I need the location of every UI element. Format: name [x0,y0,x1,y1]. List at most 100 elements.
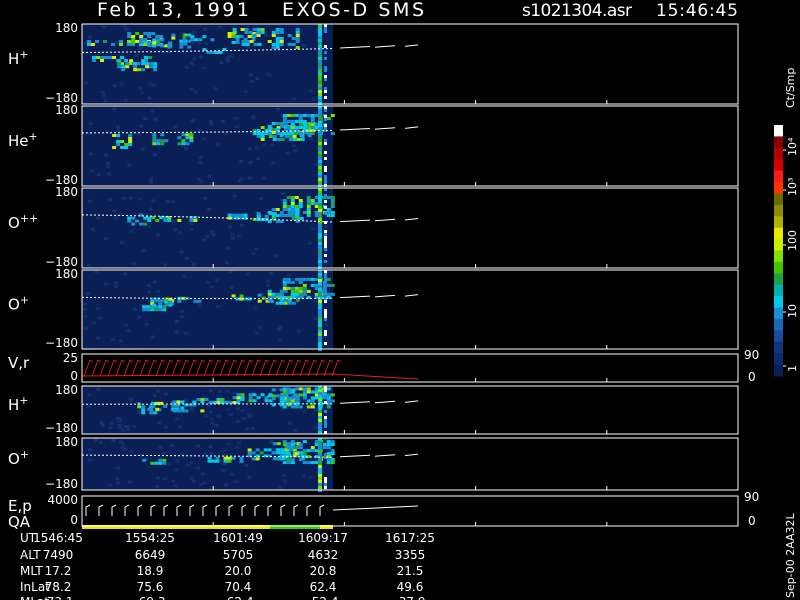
spectrogram-cell [324,124,327,127]
trace-point [270,456,272,458]
spectrogram-cell [318,163,322,166]
spectrogram-cell [330,440,335,444]
spectrogram-cell [197,299,202,303]
spectrogram-cell [318,154,322,157]
trace-point [226,403,228,405]
spectrogram-cell [247,476,252,480]
spectrogram-cell [171,479,176,483]
trace-point [298,297,300,299]
trace-point [254,403,256,405]
spectrogram-cell [276,448,281,452]
spectrogram-cell [271,31,276,34]
spectrogram-cell [197,41,202,45]
spectrogram-cell [163,404,168,408]
spectrogram-cell [244,28,249,31]
trace-point [230,217,232,219]
trace-point [266,49,268,51]
trace-point [222,131,224,133]
spectrogram-cell [162,458,167,462]
spectrogram-cell [103,282,108,286]
spectrogram-cell [143,117,148,121]
trace-point [238,298,240,300]
spectrogram-cell [151,404,156,408]
spectrogram-cell [275,28,280,31]
trace-point [222,217,224,219]
spectrogram-cell [255,448,260,452]
spectrogram-cell [178,231,183,235]
trace-point [126,403,128,405]
spectrogram-cell [87,40,92,43]
y-tick-top: 180 [55,383,78,397]
right-axis-top: 90 [744,348,759,362]
trace-point [238,49,240,51]
spectrogram-cell [202,66,207,70]
trace-point [214,455,216,457]
spectrogram-cell [162,308,167,312]
spectrogram-cell [318,422,322,425]
spectrogram-cell [296,138,301,141]
spectrogram-cell [158,458,163,462]
trace-point [246,131,248,133]
trace-point [94,403,96,405]
trace-point [282,130,284,132]
species-name: He [8,132,29,150]
spectrogram-cell [324,279,327,282]
spectrogram-cell [324,27,327,30]
spectrogram-cell [302,120,307,123]
spectrogram-cell [234,480,239,484]
trace-point [138,132,140,134]
trace-point [238,217,240,219]
spectrogram-cell [318,330,322,333]
spectrogram-cell [211,233,216,237]
spectrogram-cell [298,132,303,135]
spectrogram-cell [185,463,190,467]
footer-cell: 4632 [308,548,339,562]
footer-row-label: MLT [20,564,43,578]
spectrogram-cell [86,263,91,267]
spectrogram-cell [207,207,212,211]
spectrogram-cell [152,139,157,143]
trace-point [286,219,288,221]
spectrogram-cell [264,34,269,38]
spectrogram-cell [247,451,252,455]
spectrogram-cell [318,69,322,72]
spectrogram-cell [324,206,327,209]
trace-point [330,403,332,405]
spectrogram-cell [298,114,303,117]
spectrogram-cell [189,136,194,140]
trace-point [318,130,320,132]
spectrogram-cell [87,458,92,462]
spectrogram-cell [288,138,293,141]
spectrogram-cell [306,114,311,117]
spectrogram-cell [294,446,299,450]
spectrogram-cell [121,68,126,72]
spectrogram-cell [318,309,322,312]
spectrogram-cell [143,32,148,35]
spectrogram-cell [318,203,322,206]
spectrogram-cell [267,125,272,128]
spectrogram-cell [282,123,287,126]
spectrogram-cell [310,117,315,120]
spectrogram-cell [286,196,291,199]
spectrogram-cell [191,41,196,45]
spectrogram-cell [318,63,322,66]
spectrogram-cell [290,461,295,465]
spectrogram-cell [322,446,327,450]
spectrogram-cell [149,411,154,415]
trace-point [126,215,128,217]
colorbar-swatch [774,296,783,309]
spectrogram-cell [282,120,287,123]
trace-point [258,131,260,133]
spectrogram-cell [114,285,119,289]
spectrogram-cell [324,309,327,312]
trace-point [298,403,300,405]
spectrogram-cell [318,99,322,102]
spectrogram-cell [302,289,307,293]
trace-point [210,131,212,133]
colorbar-swatch [774,182,783,194]
spectrogram-cell [324,90,327,93]
trace-point [118,454,120,456]
spectrogram-cell [119,43,124,46]
trace-point [258,455,260,457]
spectrogram-cell [173,484,178,488]
